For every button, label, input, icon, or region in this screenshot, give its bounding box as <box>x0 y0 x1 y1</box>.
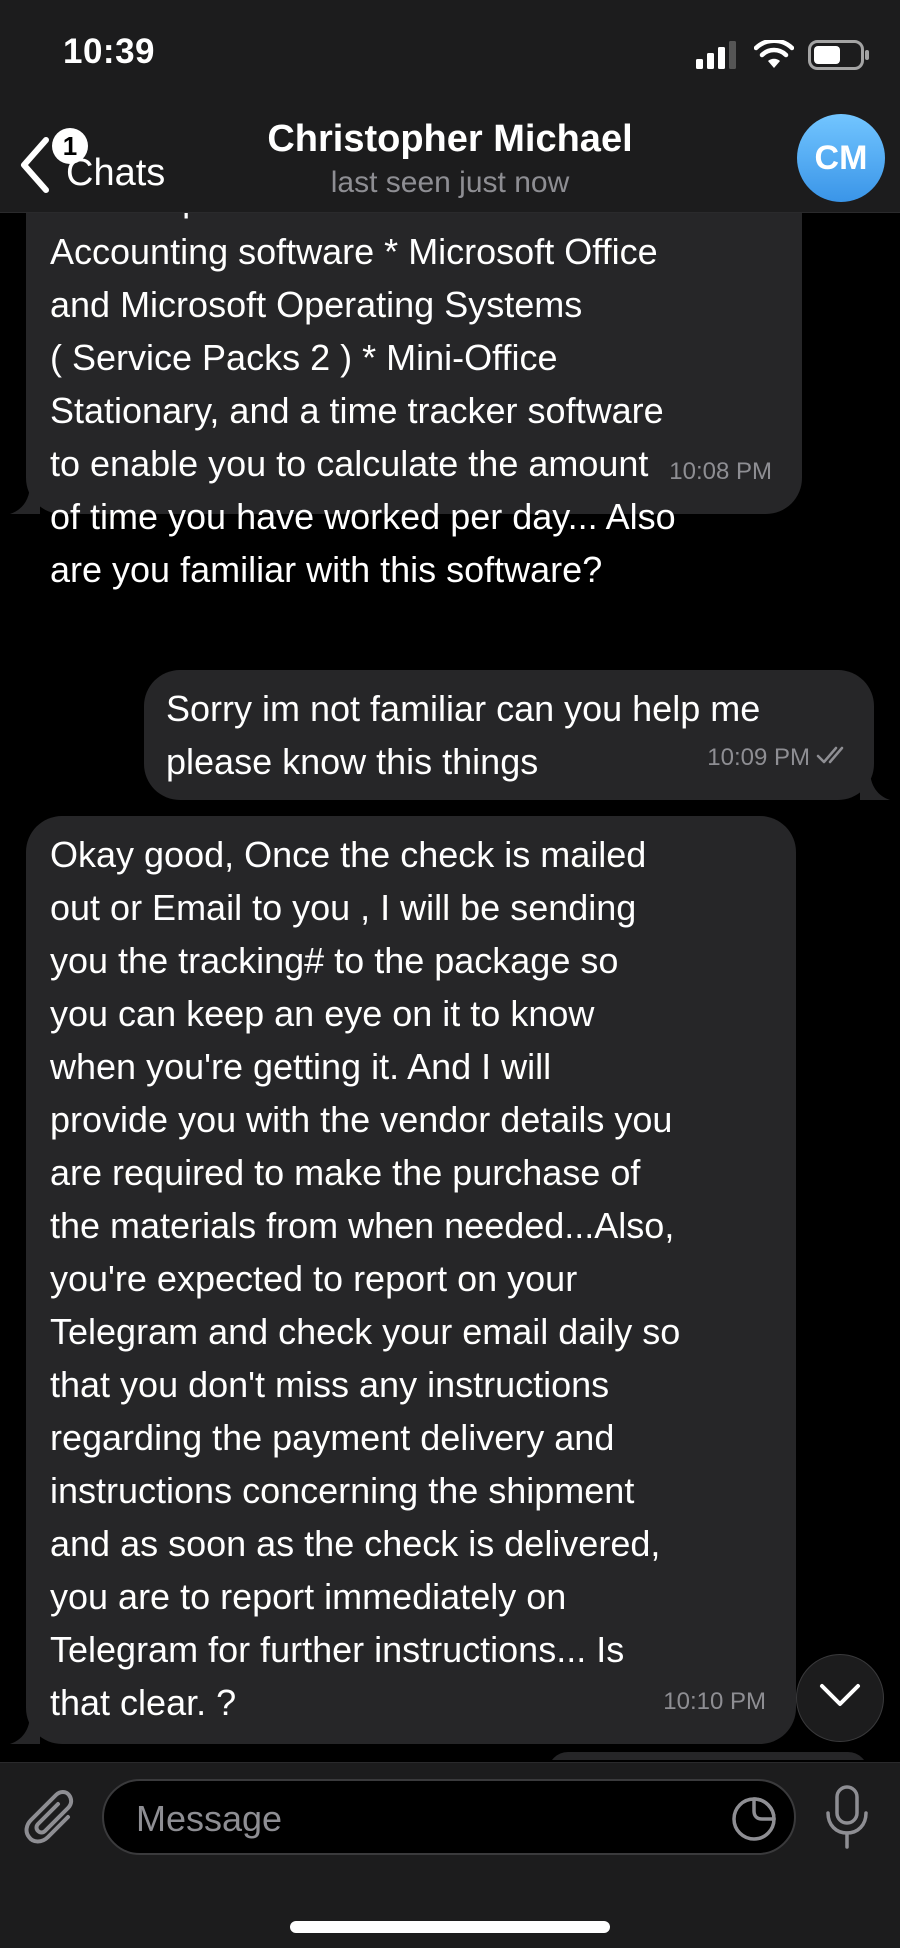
message-bubble-outgoing[interactable]: Sorry im not familiar can you help me pl… <box>144 670 890 800</box>
message-text: Okay good, Once the check is mailed out … <box>50 834 681 1723</box>
bubble-tail-icon <box>10 1714 40 1744</box>
chat-header: 1 Chats Christopher Michael last seen ju… <box>0 100 900 213</box>
status-time: 10:39 <box>63 32 156 71</box>
bubble-tail-icon <box>860 770 890 800</box>
last-seen-status: last seen just now <box>330 166 570 199</box>
wifi-icon <box>753 38 795 75</box>
bubble-tail-icon <box>10 484 40 514</box>
telegram-chat-screen: 10:39 1 Chats Christopher Michael last s… <box>0 0 900 1948</box>
message-time: 10:08 PM <box>669 458 772 485</box>
message-list[interactable]: Photocopier Machine. * BS-1 Accounting s… <box>0 212 900 1760</box>
status-icons <box>696 38 870 75</box>
paperclip-icon <box>24 1790 80 1857</box>
message-input-wrapper <box>102 1779 796 1855</box>
sticker-button[interactable] <box>730 1795 778 1843</box>
avatar[interactable]: CM <box>797 114 885 202</box>
message-bubble-incoming[interactable]: Photocopier Machine. * BS-1 Accounting s… <box>10 212 802 590</box>
message-input[interactable] <box>134 1791 698 1847</box>
voice-message-button[interactable] <box>822 1783 872 1853</box>
message-text: Photocopier Machine. * BS-1 Accounting s… <box>50 212 676 590</box>
status-bar: 10:39 <box>0 0 900 100</box>
chevron-down-icon <box>818 1682 862 1715</box>
composer-bar <box>0 1762 900 1948</box>
home-indicator <box>290 1921 610 1933</box>
message-bubble-partial[interactable] <box>548 1752 868 1760</box>
message-time: 10:09 PM <box>707 744 810 771</box>
cellular-signal-icon <box>696 41 740 74</box>
sticker-icon <box>732 1797 776 1841</box>
double-check-icon <box>816 731 850 784</box>
message-bubble-incoming[interactable]: Okay good, Once the check is mailed out … <box>10 816 796 1744</box>
microphone-icon <box>822 1785 872 1857</box>
scroll-to-bottom-button[interactable] <box>796 1654 884 1742</box>
chat-title[interactable]: Christopher Michael <box>0 118 900 161</box>
attach-button[interactable] <box>24 1787 80 1853</box>
battery-icon <box>808 40 870 75</box>
message-time: 10:10 PM <box>663 1688 766 1715</box>
message-time-read: 10:09 PM <box>707 731 850 784</box>
